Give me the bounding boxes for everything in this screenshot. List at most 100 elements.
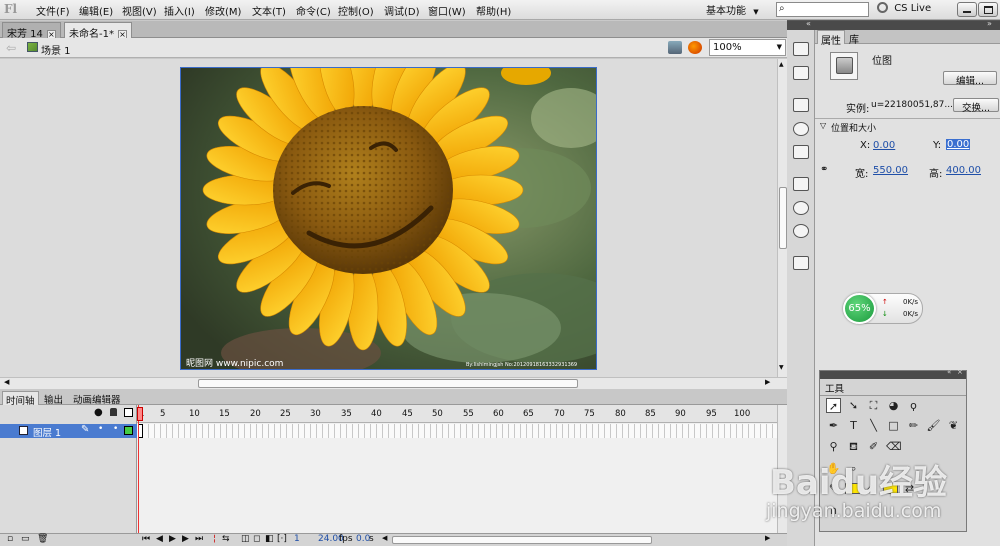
height-field[interactable]: 400.00 bbox=[946, 165, 981, 176]
scroll-thumb[interactable] bbox=[779, 187, 787, 249]
eyedropper-tool-icon[interactable]: ✐ bbox=[866, 439, 881, 454]
x-field[interactable]: 0.00 bbox=[873, 140, 895, 151]
components-panel-icon[interactable] bbox=[793, 201, 809, 215]
pencil-tool-icon[interactable]: ✏ bbox=[906, 418, 921, 433]
width-field[interactable]: 550.00 bbox=[873, 165, 908, 176]
layer-name[interactable]: 图层 1 bbox=[33, 425, 61, 439]
frames-area[interactable]: 1 5 10 15 20 25 30 35 40 45 50 55 60 65 … bbox=[137, 405, 777, 533]
frame-row[interactable] bbox=[137, 424, 777, 438]
selection-tool-icon[interactable]: ➚ bbox=[826, 398, 841, 413]
outline-icon[interactable] bbox=[124, 408, 133, 417]
loop-icon[interactable]: ⇆ bbox=[222, 534, 230, 544]
menu-commands[interactable]: 命令(C) bbox=[296, 3, 331, 18]
lock-icon[interactable] bbox=[110, 408, 117, 416]
text-tool-icon[interactable]: T bbox=[846, 418, 861, 433]
scroll-thumb[interactable] bbox=[198, 379, 578, 388]
menu-file[interactable]: 文件(F) bbox=[36, 3, 70, 18]
bone-tool-icon[interactable]: ⚲ bbox=[826, 439, 841, 454]
frame-ruler[interactable]: 1 5 10 15 20 25 30 35 40 45 50 55 60 65 … bbox=[137, 405, 777, 423]
current-frame[interactable]: 1 bbox=[294, 534, 300, 544]
stage-vertical-scrollbar[interactable]: ▲ ▼ bbox=[777, 59, 787, 377]
tab-properties[interactable]: 属性 bbox=[817, 30, 845, 47]
scene-label[interactable]: 场景 1 bbox=[41, 42, 71, 57]
brush-tool-icon[interactable]: 🖌 bbox=[926, 418, 941, 433]
cs-live-button[interactable]: CS Live bbox=[877, 2, 947, 17]
minimize-button[interactable] bbox=[957, 2, 977, 17]
stage-horizontal-scrollbar[interactable]: ◀ ▶ bbox=[0, 377, 787, 389]
scroll-up-icon[interactable]: ▲ bbox=[779, 61, 784, 68]
menu-debug[interactable]: 调试(D) bbox=[384, 3, 420, 18]
workspace-selector[interactable]: 基本功能 ▼ bbox=[706, 1, 766, 17]
lock-dot[interactable]: • bbox=[113, 424, 118, 434]
tab-document-1[interactable]: 宋芳 14 × bbox=[2, 22, 61, 40]
line-tool-icon[interactable]: ╲ bbox=[866, 418, 881, 433]
deco-tool-icon[interactable]: ❦ bbox=[946, 418, 961, 433]
menu-modify[interactable]: 修改(M) bbox=[205, 3, 241, 18]
play-icon[interactable]: ▶ bbox=[169, 534, 176, 544]
align-panel-icon[interactable] bbox=[793, 98, 809, 112]
section-position-size[interactable]: 位置和大小 bbox=[831, 121, 876, 134]
menu-view[interactable]: 视图(V) bbox=[122, 3, 157, 18]
timeline-hscroll-thumb[interactable] bbox=[392, 536, 652, 544]
rectangle-tool-icon[interactable]: □ bbox=[886, 418, 901, 433]
tab-output[interactable]: 输出 bbox=[41, 391, 66, 406]
layer-color-swatch[interactable] bbox=[124, 426, 133, 435]
menu-text[interactable]: 文本(T) bbox=[252, 3, 286, 18]
close-icon[interactable]: × bbox=[957, 368, 963, 376]
code-snippets-icon[interactable] bbox=[793, 177, 809, 191]
network-monitor-widget[interactable]: 65% ↑ 0K/s ↓ 0K/s bbox=[843, 293, 923, 324]
new-layer-icon[interactable]: ▫ bbox=[7, 534, 13, 544]
modify-markers-icon[interactable]: [·] bbox=[277, 534, 287, 544]
delete-layer-icon[interactable]: 🗑 bbox=[37, 534, 48, 544]
maximize-button[interactable] bbox=[978, 2, 998, 17]
eye-icon[interactable]: ● bbox=[94, 407, 103, 418]
swap-button[interactable]: 交换... bbox=[953, 98, 999, 114]
playhead-handle[interactable] bbox=[137, 407, 143, 421]
menu-insert[interactable]: 插入(I) bbox=[164, 3, 195, 18]
pen-tool-icon[interactable]: ✒ bbox=[826, 418, 841, 433]
scroll-left-icon[interactable]: ◀ bbox=[4, 378, 9, 386]
go-last-icon[interactable]: ⏭ bbox=[195, 534, 203, 544]
project-panel-icon[interactable] bbox=[793, 256, 809, 270]
menu-edit[interactable]: 编辑(E) bbox=[79, 3, 113, 18]
onion-skin-icon[interactable]: ◫ bbox=[241, 534, 250, 544]
tab-document-2[interactable]: 未命名-1* × bbox=[64, 22, 132, 40]
motion-presets-icon[interactable] bbox=[793, 224, 809, 238]
visible-dot[interactable]: • bbox=[98, 424, 103, 434]
lasso-tool-icon[interactable]: ϙ bbox=[906, 398, 921, 413]
expand-icon[interactable]: » bbox=[987, 19, 992, 28]
info-panel-icon[interactable] bbox=[793, 122, 809, 136]
eraser-tool-icon[interactable]: ⌫ bbox=[886, 439, 902, 454]
subselection-tool-icon[interactable]: ➘ bbox=[846, 398, 861, 413]
tab-timeline[interactable]: 时间轴 bbox=[2, 391, 39, 407]
scroll-left-icon[interactable]: ◀ bbox=[382, 534, 387, 542]
link-constrain-icon[interactable]: ⚭ bbox=[820, 164, 828, 175]
free-transform-tool-icon[interactable]: ⛶ bbox=[866, 398, 881, 413]
sunflower-bitmap[interactable]: 昵图网 www.nipic.com By:lishimingjsh No:201… bbox=[180, 67, 597, 370]
tab-motion-editor[interactable]: 动画编辑器 bbox=[70, 391, 124, 406]
edit-button[interactable]: 编辑... bbox=[943, 71, 997, 87]
edit-scene-icon[interactable] bbox=[668, 41, 682, 54]
new-folder-icon[interactable]: ▭ bbox=[21, 534, 30, 544]
tab-library[interactable]: 库 bbox=[846, 31, 862, 46]
3d-rotation-tool-icon[interactable]: ◕ bbox=[886, 398, 901, 413]
y-field[interactable]: 0.00 bbox=[946, 139, 971, 150]
collapse-icon[interactable]: « bbox=[806, 19, 811, 28]
scroll-down-icon[interactable]: ▼ bbox=[779, 364, 784, 371]
color-panel-icon[interactable] bbox=[793, 42, 809, 56]
menu-control[interactable]: 控制(O) bbox=[338, 3, 374, 18]
back-arrow-icon[interactable]: ⇦ bbox=[6, 41, 16, 55]
playhead[interactable] bbox=[138, 405, 143, 533]
collapse-icon[interactable]: « bbox=[947, 368, 951, 376]
center-frame-icon[interactable]: ¦ bbox=[213, 534, 216, 544]
step-back-icon[interactable]: ◀ bbox=[156, 534, 163, 544]
menu-help[interactable]: 帮助(H) bbox=[476, 3, 511, 18]
step-forward-icon[interactable]: ▶ bbox=[182, 534, 189, 544]
onion-outline-icon[interactable]: ◻ bbox=[253, 534, 260, 544]
scroll-right-icon[interactable]: ▶ bbox=[765, 534, 770, 542]
layer-row[interactable]: 图层 1 ✎ • • bbox=[0, 424, 137, 439]
edit-multiple-icon[interactable]: ◧ bbox=[265, 534, 274, 544]
menu-window[interactable]: 窗口(W) bbox=[428, 3, 466, 18]
paint-bucket-tool-icon[interactable]: ⛾ bbox=[846, 439, 861, 454]
help-search-input[interactable]: ⌕ bbox=[776, 2, 869, 17]
